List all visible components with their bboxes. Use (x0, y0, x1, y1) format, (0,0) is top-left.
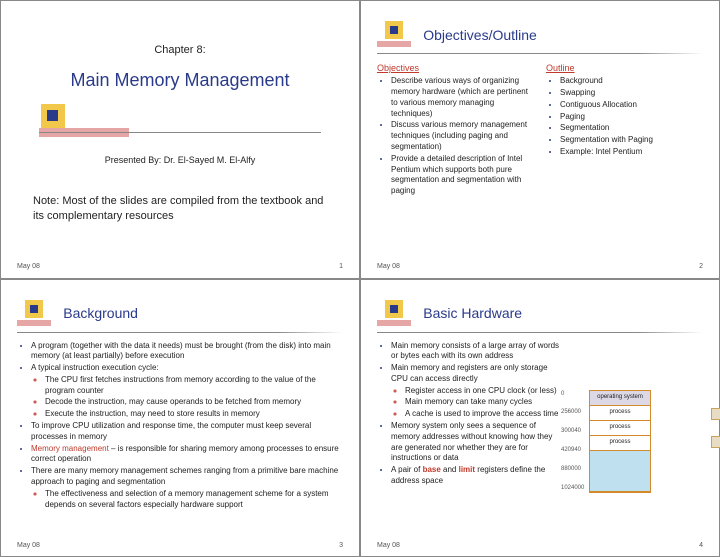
list-item: The CPU first fetches instructions from … (45, 375, 343, 397)
page-number: 3 (339, 541, 343, 550)
slide2-heading: Objectives/Outline (377, 21, 703, 54)
list-item: Decode the instruction, may cause operan… (45, 397, 343, 408)
list-item: There are many memory management schemes… (31, 466, 343, 510)
slide-3: Background A program (together with the … (0, 279, 360, 557)
slide-footer: May 08 2 (377, 262, 703, 271)
list-item: Example: Intel Pentium (560, 147, 703, 158)
list-item: Discuss various memory management techni… (391, 120, 534, 152)
page-number: 1 (339, 262, 343, 271)
chapter-label: Chapter 8: (17, 43, 343, 58)
heading-decoration (377, 300, 417, 328)
list-item: Register access in one CPU clock (or les… (405, 386, 566, 397)
slide-footer: May 08 1 (17, 262, 343, 271)
list-item: Main memory can take many cycles (405, 397, 566, 408)
list-item: Background (560, 76, 703, 87)
memory-column: operating system process process process (589, 390, 651, 493)
list-item: Provide a detailed description of Intel … (391, 154, 534, 197)
free-segment (590, 451, 650, 492)
list-item: Paging (560, 112, 703, 123)
base-term: base (423, 465, 441, 474)
limit-label: limit (711, 452, 720, 460)
base-label: base (711, 424, 720, 432)
title-decoration (39, 102, 321, 142)
register-tags: 300040 base 120900 limit (711, 408, 720, 460)
slide1-title: Main Memory Management (17, 68, 343, 92)
objectives-column: Objectives Describe various ways of orga… (377, 62, 534, 198)
outline-column: Outline Background Swapping Contiguous A… (546, 62, 703, 198)
process-segment: process (590, 421, 650, 436)
os-segment: operating system (590, 391, 650, 406)
slide4-title: Basic Hardware (423, 304, 522, 323)
list-item: A typical instruction execution cycle: T… (31, 363, 343, 420)
slide4-heading: Basic Hardware (377, 300, 703, 333)
outline-heading: Outline (546, 62, 703, 74)
memory-management-term: Memory management (31, 444, 109, 453)
list-item: Describe various ways of organizing memo… (391, 76, 534, 119)
list-item: Memory management – is responsible for s… (31, 444, 343, 466)
list-item: Segmentation with Paging (560, 135, 703, 146)
limit-value: 120900 (711, 436, 720, 448)
slide3-title: Background (63, 304, 138, 323)
slide-1: Chapter 8: Main Memory Management Presen… (0, 0, 360, 279)
list-item: A pair of base and limit registers defin… (391, 465, 566, 487)
footer-date: May 08 (17, 541, 40, 550)
objectives-heading: Objectives (377, 62, 534, 74)
footer-date: May 08 (377, 541, 400, 550)
footer-date: May 08 (17, 262, 40, 271)
footer-date: May 08 (377, 262, 400, 271)
list-item: Main memory consists of a large array of… (391, 341, 566, 363)
list-item: Segmentation (560, 123, 703, 134)
address-ticks: 0 256000 300040 420940 880000 1024000 (561, 390, 584, 493)
limit-term: limit (459, 465, 475, 474)
base-value: 300040 (711, 408, 720, 420)
compilation-note: Note: Most of the slides are compiled fr… (33, 194, 327, 224)
slide-handout: Chapter 8: Main Memory Management Presen… (0, 0, 720, 557)
slide-2: Objectives/Outline Objectives Describe v… (360, 0, 720, 279)
list-item: Memory system only sees a sequence of me… (391, 421, 566, 464)
list-item: To improve CPU utilization and response … (31, 421, 343, 443)
page-number: 4 (699, 541, 703, 550)
slide2-title: Objectives/Outline (423, 26, 537, 45)
heading-decoration (17, 300, 57, 328)
page-number: 2 (699, 262, 703, 271)
list-item: The effectiveness and selection of a mem… (45, 489, 343, 511)
list-item: Contiguous Allocation (560, 100, 703, 111)
author-line: Presented By: Dr. El-Sayed M. El-Alfy (17, 154, 343, 166)
slide-footer: May 08 4 (377, 541, 703, 550)
list-item: Execute the instruction, may need to sto… (45, 409, 343, 420)
memory-diagram: 0 256000 300040 420940 880000 1024000 op… (589, 390, 707, 493)
list-item: Main memory and registers are only stora… (391, 363, 566, 420)
list-item: Swapping (560, 88, 703, 99)
slide3-heading: Background (17, 300, 343, 333)
list-item: A program (together with the data it nee… (31, 341, 343, 363)
process-segment: process (590, 406, 650, 421)
process-segment: process (590, 436, 650, 451)
slide-footer: May 08 3 (17, 541, 343, 550)
list-item: A cache is used to improve the access ti… (405, 409, 566, 420)
slide-4: Basic Hardware Main memory consists of a… (360, 279, 720, 557)
heading-decoration (377, 21, 417, 49)
